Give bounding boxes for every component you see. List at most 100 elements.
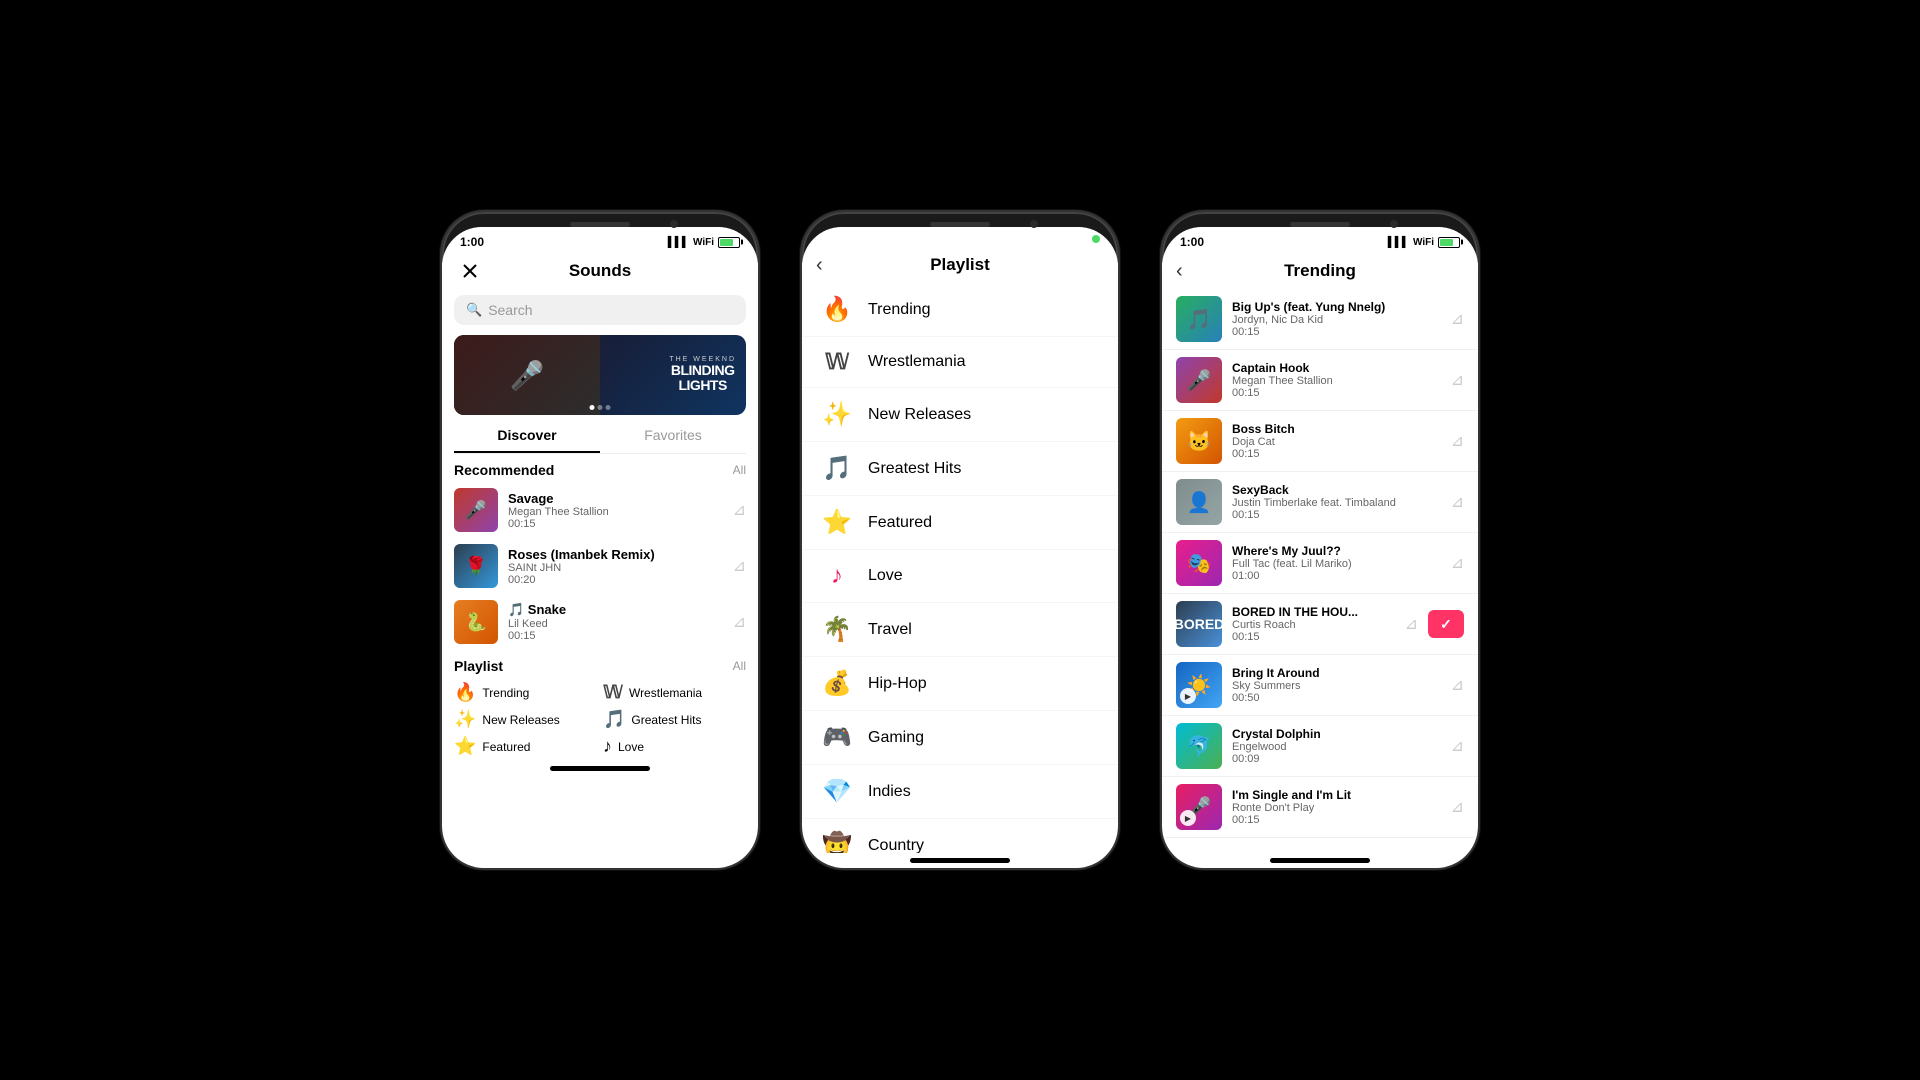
track-item-roses[interactable]: 🌹 Roses (Imanbek Remix) SAINt JHN 00:20 … bbox=[442, 538, 758, 594]
playlist-row-travel[interactable]: 🌴 Travel bbox=[802, 603, 1118, 657]
playlist-wrestlemania[interactable]: 𝕎 Wrestlemania bbox=[603, 682, 746, 703]
artist-single: Ronte Don't Play bbox=[1232, 802, 1441, 814]
thumb-captainhook: 🎤 bbox=[1176, 357, 1222, 403]
playlist-featured[interactable]: ⭐ Featured bbox=[454, 736, 597, 757]
playlist-full-list: 🔥 Trending 𝕎 Wrestlemania ✨ New Releases… bbox=[802, 283, 1118, 853]
track-item-savage[interactable]: 🎤 Savage Megan Thee Stallion 00:15 ⊿ bbox=[442, 482, 758, 538]
trending-item-sexyback[interactable]: 👤 SexyBack Justin Timberlake feat. Timba… bbox=[1162, 472, 1478, 533]
playlist-row-greatesthits[interactable]: 🎵 Greatest Hits bbox=[802, 442, 1118, 496]
wifi-icon-3: WiFi bbox=[1413, 237, 1434, 248]
row-trending-name: Trending bbox=[868, 301, 931, 319]
track-info-snake: 🎵 Snake Lil Keed 00:15 bbox=[508, 602, 723, 642]
add-button-bored[interactable]: ✓ bbox=[1428, 610, 1464, 638]
trending-screen: 1:00 ▌▌▌ WiFi ‹ Trending 🎵 Big Up's bbox=[1162, 227, 1478, 868]
trending-item-bossbitch[interactable]: 🐱 Boss Bitch Doja Cat 00:15 ⊿ bbox=[1162, 411, 1478, 472]
playlist-name-featured: Featured bbox=[482, 740, 530, 754]
track-thumb-snake: 🐍 bbox=[454, 600, 498, 644]
bookmark-captainhook[interactable]: ⊿ bbox=[1451, 370, 1464, 390]
track-artist-roses: SAINt JHN bbox=[508, 562, 723, 574]
info-bigups: Big Up's (feat. Yung Nnelg) Jordyn, Nic … bbox=[1232, 300, 1441, 338]
thumb-crystal: 🐬 bbox=[1176, 723, 1222, 769]
playlist-love[interactable]: ♪ Love bbox=[603, 736, 746, 757]
trending-phone: 1:00 ▌▌▌ WiFi ‹ Trending 🎵 Big Up's bbox=[1160, 210, 1480, 870]
name-single: I'm Single and I'm Lit bbox=[1232, 788, 1441, 802]
name-juul: Where's My Juul?? bbox=[1232, 544, 1441, 558]
artist-juul: Full Tac (feat. Lil Mariko) bbox=[1232, 558, 1441, 570]
bookmark-single[interactable]: ⊿ bbox=[1451, 797, 1464, 817]
playlist-newreleases[interactable]: ✨ New Releases bbox=[454, 709, 597, 730]
sounds-title: Sounds bbox=[569, 261, 631, 281]
thumb-bossbitch: 🐱 bbox=[1176, 418, 1222, 464]
row-indies-icon: 💎 bbox=[822, 777, 852, 806]
recommended-header: Recommended All bbox=[442, 454, 758, 482]
bookmark-bring[interactable]: ⊿ bbox=[1451, 675, 1464, 695]
playlist-row-wrestlemania[interactable]: 𝕎 Wrestlemania bbox=[802, 337, 1118, 388]
playlist-name-greatesthits: Greatest Hits bbox=[631, 713, 701, 727]
trending-item-crystal[interactable]: 🐬 Crystal Dolphin Engelwood 00:09 ⊿ bbox=[1162, 716, 1478, 777]
tab-favorites[interactable]: Favorites bbox=[600, 419, 746, 453]
playlist-row-newreleases[interactable]: ✨ New Releases bbox=[802, 388, 1118, 442]
trending-item-single[interactable]: 🎤 ▶ I'm Single and I'm Lit Ronte Don't P… bbox=[1162, 777, 1478, 838]
bookmark-sexyback[interactable]: ⊿ bbox=[1451, 492, 1464, 512]
playlist-row-country[interactable]: 🤠 Country bbox=[802, 819, 1118, 853]
camera-3 bbox=[1390, 220, 1398, 228]
trending-back-button[interactable]: ‹ bbox=[1176, 260, 1183, 283]
playlist-title: Playlist bbox=[454, 658, 503, 674]
banner-artist-image: 🎤 bbox=[454, 335, 600, 415]
playlist-name-love: Love bbox=[618, 740, 644, 754]
bookmark-bossbitch[interactable]: ⊿ bbox=[1451, 431, 1464, 451]
bookmark-roses[interactable]: ⊿ bbox=[733, 556, 746, 576]
wrestlemania-icon: 𝕎 bbox=[603, 682, 623, 703]
thumb-bored: BORED bbox=[1176, 601, 1222, 647]
playlist-row-indies[interactable]: 💎 Indies bbox=[802, 765, 1118, 819]
banner-dots bbox=[590, 405, 611, 410]
battery-indicator bbox=[1092, 235, 1100, 243]
name-sexyback: SexyBack bbox=[1232, 483, 1441, 497]
artist-bored: Curtis Roach bbox=[1232, 619, 1395, 631]
playlist-row-trending[interactable]: 🔥 Trending bbox=[802, 283, 1118, 337]
search-bar[interactable]: 🔍 Search bbox=[454, 295, 746, 325]
playlist-all[interactable]: All bbox=[733, 659, 746, 673]
playlist-greatesthits[interactable]: 🎵 Greatest Hits bbox=[603, 709, 746, 730]
tab-discover[interactable]: Discover bbox=[454, 419, 600, 453]
bookmark-snake[interactable]: ⊿ bbox=[733, 612, 746, 632]
greatesthits-icon: 🎵 bbox=[603, 709, 625, 730]
battery-fill-3 bbox=[1440, 239, 1453, 246]
thumb-juul: 🎭 bbox=[1176, 540, 1222, 586]
battery-icon bbox=[718, 237, 740, 248]
bookmark-juul[interactable]: ⊿ bbox=[1451, 553, 1464, 573]
track-duration-savage: 00:15 bbox=[508, 518, 723, 530]
thumb-sexyback: 👤 bbox=[1176, 479, 1222, 525]
recommended-all[interactable]: All bbox=[733, 463, 746, 477]
name-captainhook: Captain Hook bbox=[1232, 361, 1441, 375]
duration-bigups: 00:15 bbox=[1232, 326, 1441, 338]
trending-item-bring[interactable]: ☀️ ▶ Bring It Around Sky Summers 00:50 ⊿ bbox=[1162, 655, 1478, 716]
roses-art: 🌹 bbox=[454, 544, 498, 588]
trending-nav-header: ‹ Trending bbox=[1162, 253, 1478, 289]
info-captainhook: Captain Hook Megan Thee Stallion 00:15 bbox=[1232, 361, 1441, 399]
playlist-row-hiphop[interactable]: 💰 Hip-Hop bbox=[802, 657, 1118, 711]
bookmark-savage[interactable]: ⊿ bbox=[733, 500, 746, 520]
bookmark-bigups[interactable]: ⊿ bbox=[1451, 309, 1464, 329]
sounds-screen: 1:00 ▌▌▌ WiFi Sounds 🔍 Search 🎤 bbox=[442, 227, 758, 868]
close-button[interactable] bbox=[456, 257, 484, 285]
track-item-snake[interactable]: 🐍 🎵 Snake Lil Keed 00:15 ⊿ bbox=[442, 594, 758, 650]
trending-item-juul[interactable]: 🎭 Where's My Juul?? Full Tac (feat. Lil … bbox=[1162, 533, 1478, 594]
bottom-bar-3 bbox=[1270, 858, 1370, 863]
playlist-row-gaming[interactable]: 🎮 Gaming bbox=[802, 711, 1118, 765]
trending-item-captainhook[interactable]: 🎤 Captain Hook Megan Thee Stallion 00:15… bbox=[1162, 350, 1478, 411]
playlist-row-love[interactable]: ♪ Love bbox=[802, 550, 1118, 603]
playlist-trending[interactable]: 🔥 Trending bbox=[454, 682, 597, 703]
playlist-row-featured[interactable]: ⭐ Featured bbox=[802, 496, 1118, 550]
duration-juul: 01:00 bbox=[1232, 570, 1441, 582]
search-input[interactable]: Search bbox=[488, 302, 532, 318]
playlist-title: Playlist bbox=[930, 255, 990, 275]
bored-art: BORED bbox=[1176, 616, 1222, 632]
playlist-screen: ‹ Playlist 🔥 Trending 𝕎 Wrestlemania ✨ N… bbox=[802, 227, 1118, 868]
bookmark-crystal[interactable]: ⊿ bbox=[1451, 736, 1464, 756]
row-featured-name: Featured bbox=[868, 514, 932, 532]
trending-item-bored[interactable]: BORED BORED IN THE HOU... Curtis Roach 0… bbox=[1162, 594, 1478, 655]
trending-item-bigups[interactable]: 🎵 Big Up's (feat. Yung Nnelg) Jordyn, Ni… bbox=[1162, 289, 1478, 350]
bookmark-bored[interactable]: ⊿ bbox=[1405, 614, 1418, 634]
back-button[interactable]: ‹ bbox=[816, 254, 823, 277]
